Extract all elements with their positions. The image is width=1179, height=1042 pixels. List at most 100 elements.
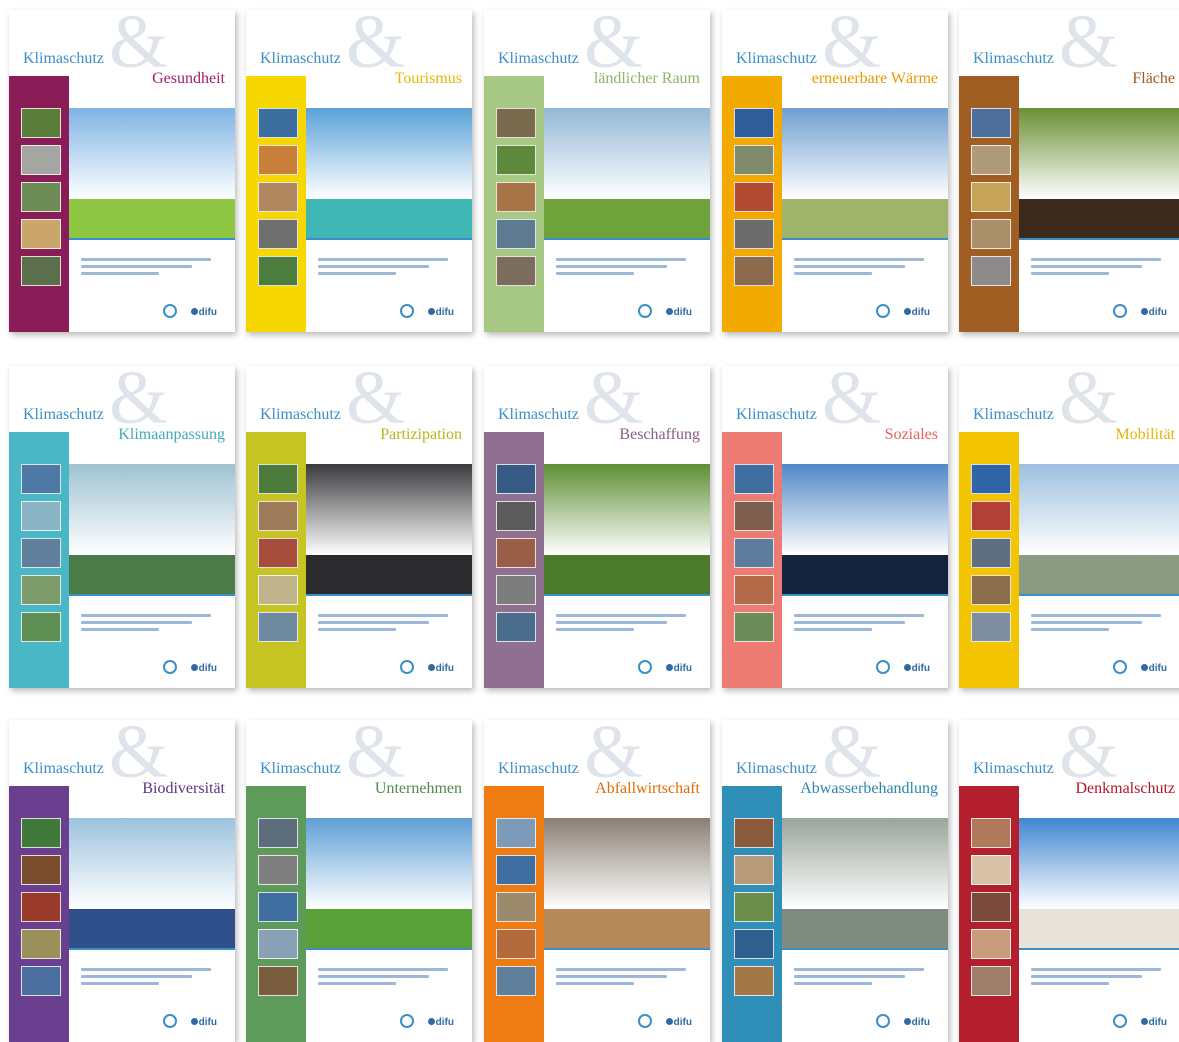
thumbnail-image xyxy=(496,256,536,286)
cover-photo xyxy=(1019,464,1179,594)
divider-line xyxy=(69,594,235,596)
divider-line xyxy=(1019,948,1179,950)
topic-title: Mobilität xyxy=(1115,426,1175,443)
subtitle-lines xyxy=(794,258,924,279)
thumbnail-image xyxy=(496,818,536,848)
subtitle-lines xyxy=(1031,968,1161,989)
topic-title: Tourismus xyxy=(394,70,462,87)
partner-logo-icon xyxy=(876,660,890,674)
brochure-cover[interactable]: & Klimaschutz Klimaanpassung difu xyxy=(9,366,235,688)
series-title: Klimaschutz xyxy=(260,406,341,423)
thumbnail-strip xyxy=(21,108,61,293)
thumbnail-image xyxy=(496,145,536,175)
topic-title: Klimaanpassung xyxy=(118,426,225,443)
thumbnail-image xyxy=(258,108,298,138)
subtitle-lines xyxy=(318,968,448,989)
cover-photo xyxy=(69,108,235,238)
partner-logo-icon xyxy=(876,1014,890,1028)
topic-title: Beschaffung xyxy=(619,426,700,443)
brochure-cover[interactable]: & Klimaschutz Beschaffung difu xyxy=(484,366,710,688)
thumbnail-image xyxy=(496,108,536,138)
brochure-cover[interactable]: & Klimaschutz Unternehmen difu xyxy=(246,720,472,1042)
thumbnail-strip xyxy=(496,818,536,1003)
brochure-cover[interactable]: & Klimaschutz Abfallwirtschaft difu xyxy=(484,720,710,1042)
series-title: Klimaschutz xyxy=(23,50,104,67)
brochure-cover[interactable]: & Klimaschutz Fläche difu xyxy=(959,10,1179,332)
series-title: Klimaschutz xyxy=(973,50,1054,67)
thumbnail-image xyxy=(971,575,1011,605)
cover-photo xyxy=(69,818,235,948)
brochure-cover[interactable]: & Klimaschutz Biodiversität difu xyxy=(9,720,235,1042)
series-title: Klimaschutz xyxy=(973,760,1054,777)
cover-photo xyxy=(306,464,472,594)
series-title: Klimaschutz xyxy=(736,406,817,423)
topic-title: Denkmalschutz xyxy=(1075,780,1175,797)
thumbnail-image xyxy=(258,145,298,175)
partner-logo-icon xyxy=(638,1014,652,1028)
thumbnail-image xyxy=(971,219,1011,249)
brochure-cover[interactable]: & Klimaschutz Gesundheit difu xyxy=(9,10,235,332)
thumbnail-image xyxy=(971,501,1011,531)
series-title: Klimaschutz xyxy=(973,406,1054,423)
subtitle-lines xyxy=(1031,614,1161,635)
series-title: Klimaschutz xyxy=(23,406,104,423)
publisher-logo: difu xyxy=(1140,663,1167,674)
thumbnail-image xyxy=(734,108,774,138)
partner-logo-icon xyxy=(1113,304,1127,318)
series-title: Klimaschutz xyxy=(498,50,579,67)
series-title: Klimaschutz xyxy=(736,760,817,777)
thumbnail-strip xyxy=(496,108,536,293)
thumbnail-strip xyxy=(258,108,298,293)
brochure-cover[interactable]: & Klimaschutz Partizipation difu xyxy=(246,366,472,688)
subtitle-lines xyxy=(318,614,448,635)
brochure-cover[interactable]: & Klimaschutz Mobilität difu xyxy=(959,366,1179,688)
thumbnail-image xyxy=(971,182,1011,212)
brochure-cover[interactable]: & Klimaschutz erneuerbare Wärme difu xyxy=(722,10,948,332)
series-title: Klimaschutz xyxy=(736,50,817,67)
brochure-cover[interactable]: & Klimaschutz Denkmalschutz difu xyxy=(959,720,1179,1042)
thumbnail-image xyxy=(734,145,774,175)
partner-logo-icon xyxy=(1113,660,1127,674)
brochure-cover[interactable]: & Klimaschutz Tourismus difu xyxy=(246,10,472,332)
cover-photo xyxy=(306,818,472,948)
ampersand-mark: & xyxy=(1059,366,1119,440)
topic-title: Abfallwirtschaft xyxy=(595,780,700,797)
thumbnail-image xyxy=(496,892,536,922)
subtitle-lines xyxy=(794,968,924,989)
publisher-logo: difu xyxy=(427,1017,454,1028)
partner-logo-icon xyxy=(400,660,414,674)
thumbnail-image xyxy=(496,501,536,531)
publisher-logo: difu xyxy=(903,663,930,674)
thumbnail-image xyxy=(971,256,1011,286)
thumbnail-image xyxy=(21,966,61,996)
thumbnail-image xyxy=(258,256,298,286)
cover-photo xyxy=(782,108,948,238)
thumbnail-image xyxy=(496,219,536,249)
brochure-cover[interactable]: & Klimaschutz Soziales difu xyxy=(722,366,948,688)
subtitle-lines xyxy=(556,614,686,635)
brochure-cover[interactable]: & Klimaschutz Abwasserbehandlung difu xyxy=(722,720,948,1042)
thumbnail-image xyxy=(21,855,61,885)
thumbnail-strip xyxy=(971,464,1011,649)
cover-photo xyxy=(544,818,710,948)
thumbnail-image xyxy=(21,538,61,568)
thumbnail-image xyxy=(971,892,1011,922)
brochure-cover[interactable]: & Klimaschutz ländlicher Raum difu xyxy=(484,10,710,332)
divider-line xyxy=(306,594,472,596)
thumbnail-image xyxy=(21,256,61,286)
thumbnail-image xyxy=(734,612,774,642)
thumbnail-strip xyxy=(496,464,536,649)
thumbnail-image xyxy=(496,612,536,642)
cover-photo xyxy=(1019,108,1179,238)
thumbnail-image xyxy=(734,219,774,249)
subtitle-lines xyxy=(556,258,686,279)
thumbnail-image xyxy=(258,538,298,568)
divider-line xyxy=(544,948,710,950)
cover-photo xyxy=(306,108,472,238)
thumbnail-image xyxy=(496,966,536,996)
partner-logo-icon xyxy=(638,660,652,674)
publisher-logo: difu xyxy=(427,307,454,318)
subtitle-lines xyxy=(794,614,924,635)
thumbnail-image xyxy=(496,575,536,605)
thumbnail-image xyxy=(258,612,298,642)
